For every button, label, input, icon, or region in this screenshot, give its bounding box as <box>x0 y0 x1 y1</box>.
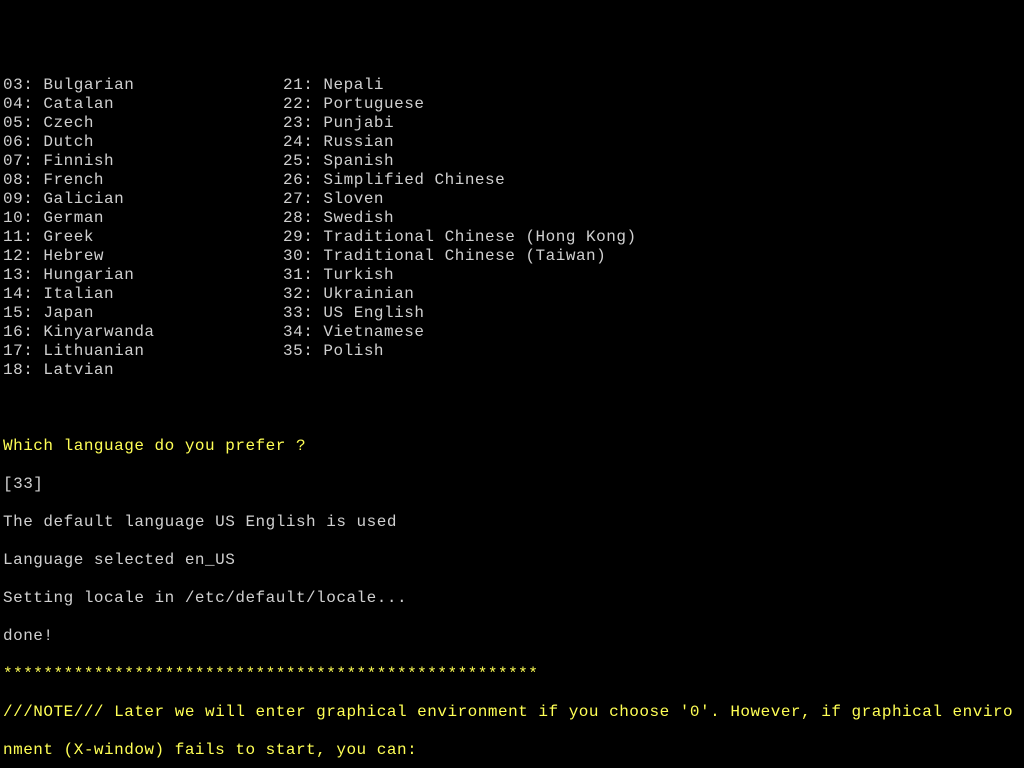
language-option: 23: Punjabi <box>283 114 637 133</box>
default-language-msg: The default language US English is used <box>3 513 1021 532</box>
language-option: 07: Finnish <box>3 152 283 171</box>
language-option: 33: US English <box>283 304 637 323</box>
language-option: 30: Traditional Chinese (Taiwan) <box>283 247 637 266</box>
language-list: 03: Bulgarian04: Catalan05: Czech06: Dut… <box>3 76 1021 380</box>
language-option: 22: Portuguese <box>283 95 637 114</box>
setting-locale-msg: Setting locale in /etc/default/locale... <box>3 589 1021 608</box>
language-option: 31: Turkish <box>283 266 637 285</box>
language-option: 27: Sloven <box>283 190 637 209</box>
language-option: 05: Czech <box>3 114 283 133</box>
language-option: 03: Bulgarian <box>3 76 283 95</box>
language-option: 17: Lithuanian <box>3 342 283 361</box>
language-option: 06: Dutch <box>3 133 283 152</box>
language-option: 14: Italian <box>3 285 283 304</box>
language-option: 34: Vietnamese <box>283 323 637 342</box>
separator-stars: ****************************************… <box>3 665 1021 684</box>
language-option: 16: Kinyarwanda <box>3 323 283 342</box>
language-option: 11: Greek <box>3 228 283 247</box>
language-option: 08: French <box>3 171 283 190</box>
language-prompt: Which language do you prefer ? <box>3 437 1021 456</box>
language-option: 15: Japan <box>3 304 283 323</box>
language-option: 25: Spanish <box>283 152 637 171</box>
note-line-2: nment (X-window) fails to start, you can… <box>3 741 1021 760</box>
language-option: 26: Simplified Chinese <box>283 171 637 190</box>
done-msg: done! <box>3 627 1021 646</box>
language-option: 12: Hebrew <box>3 247 283 266</box>
language-option: 21: Nepali <box>283 76 637 95</box>
note-line-1: ///NOTE/// Later we will enter graphical… <box>3 703 1021 722</box>
language-option: 35: Polish <box>283 342 637 361</box>
language-option: 29: Traditional Chinese (Hong Kong) <box>283 228 637 247</box>
language-selected-msg: Language selected en_US <box>3 551 1021 570</box>
language-option: 18: Latvian <box>3 361 283 380</box>
language-option: 10: German <box>3 209 283 228</box>
language-option: 04: Catalan <box>3 95 283 114</box>
language-option: 32: Ukrainian <box>283 285 637 304</box>
language-option: 24: Russian <box>283 133 637 152</box>
language-option: 13: Hungarian <box>3 266 283 285</box>
language-option: 28: Swedish <box>283 209 637 228</box>
language-answer: [33] <box>3 475 1021 494</box>
language-option: 09: Galician <box>3 190 283 209</box>
